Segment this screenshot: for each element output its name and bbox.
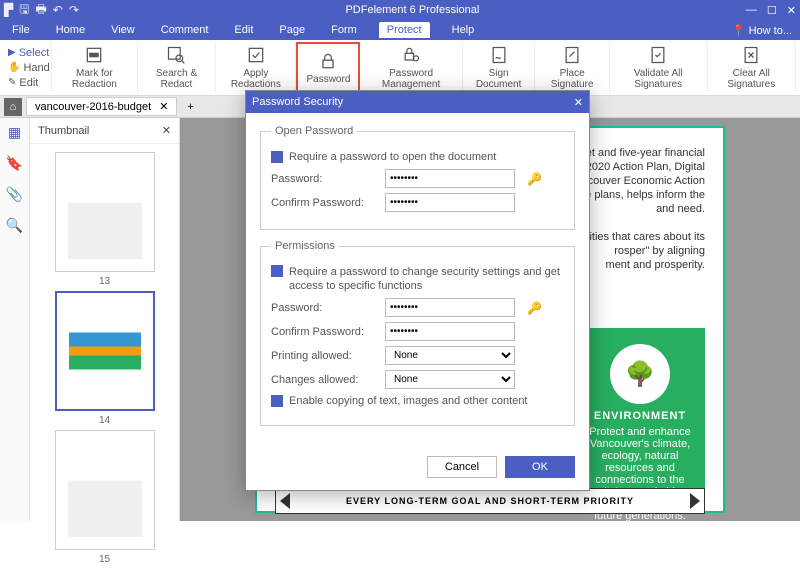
thumbnail-page[interactable] bbox=[55, 291, 155, 411]
search-redact-icon bbox=[166, 45, 186, 65]
tool-hand[interactable]: ✋ Hand bbox=[8, 62, 47, 74]
apply-redactions-button[interactable]: Apply Redactions bbox=[216, 42, 296, 93]
open-require-checkbox[interactable] bbox=[271, 151, 283, 163]
doc-home-icon[interactable]: ⌂ bbox=[4, 98, 22, 116]
thumbnails-icon[interactable]: ▦ bbox=[8, 124, 21, 141]
search-panel-icon[interactable]: 🔍 bbox=[6, 217, 23, 234]
page-number: 14 bbox=[99, 415, 110, 426]
tab-edit[interactable]: Edit bbox=[230, 22, 257, 38]
page-number: 13 bbox=[99, 276, 110, 287]
tab-close-icon[interactable]: ✕ bbox=[159, 100, 168, 113]
app-title: PDFelement 6 Professional bbox=[79, 4, 746, 16]
permissions-legend: Permissions bbox=[271, 240, 339, 252]
qat-redo-icon[interactable]: ↷ bbox=[69, 3, 79, 17]
clear-icon bbox=[741, 45, 761, 65]
document-tab[interactable]: vancouver-2016-budget✕ bbox=[26, 97, 177, 116]
qat-save-icon[interactable]: 🖫 bbox=[19, 0, 29, 21]
redaction-icon bbox=[84, 45, 104, 65]
minimize-icon[interactable]: — bbox=[746, 4, 757, 16]
password-button[interactable]: Password bbox=[296, 42, 360, 93]
dialog-close-icon[interactable]: ✕ bbox=[574, 96, 583, 109]
close-icon[interactable]: ✕ bbox=[787, 4, 796, 17]
perm-confirm-field[interactable] bbox=[385, 322, 515, 341]
thumbnail-page[interactable] bbox=[55, 152, 155, 272]
qat-undo-icon[interactable]: ↶ bbox=[53, 3, 63, 17]
tab-protect[interactable]: Protect bbox=[379, 22, 430, 38]
copy-checkbox[interactable] bbox=[271, 395, 283, 407]
open-password-field[interactable] bbox=[385, 169, 515, 188]
tool-edit[interactable]: ✎ Edit bbox=[8, 77, 47, 89]
tab-comment[interactable]: Comment bbox=[157, 22, 213, 38]
new-tab-icon[interactable]: + bbox=[181, 101, 199, 113]
password-mgmt-icon bbox=[401, 45, 421, 65]
tab-help[interactable]: Help bbox=[448, 22, 479, 38]
tool-select[interactable]: ▶ Select bbox=[8, 47, 47, 59]
password-security-dialog: Password Security✕ Open Password Require… bbox=[245, 90, 590, 491]
clear-signatures-button[interactable]: Clear All Signatures bbox=[708, 42, 796, 93]
signature-icon bbox=[562, 45, 582, 65]
page-number: 15 bbox=[99, 554, 110, 565]
attachments-icon[interactable]: 📎 bbox=[6, 186, 23, 203]
environment-card: 🌳 ENVIRONMENT Protect and enhance Vancou… bbox=[575, 328, 705, 508]
place-signature-button[interactable]: Place Signature bbox=[535, 42, 609, 93]
thumbnail-close-icon[interactable]: ✕ bbox=[162, 124, 171, 137]
search-redact-button[interactable]: Search & Redact bbox=[138, 42, 216, 93]
thumbnail-page[interactable] bbox=[55, 430, 155, 550]
sign-icon bbox=[489, 45, 509, 65]
sign-document-button[interactable]: Sign Document bbox=[463, 42, 536, 93]
app-logo-icon: ▛ bbox=[4, 3, 13, 17]
perm-password-field[interactable] bbox=[385, 298, 515, 317]
key-icon[interactable]: 🔑 bbox=[527, 301, 542, 315]
tab-page[interactable]: Page bbox=[275, 22, 309, 38]
perm-require-checkbox[interactable] bbox=[271, 265, 283, 277]
password-management-button[interactable]: Password Management bbox=[360, 42, 462, 93]
lock-icon bbox=[318, 51, 338, 71]
validate-signatures-button[interactable]: Validate All Signatures bbox=[610, 42, 708, 93]
tab-file[interactable]: File bbox=[8, 22, 34, 38]
qat-print-icon[interactable]: 🖶 bbox=[35, 0, 46, 21]
tree-icon: 🌳 bbox=[610, 344, 670, 404]
key-icon[interactable]: 🔑 bbox=[527, 172, 542, 186]
tab-home[interactable]: Home bbox=[52, 22, 89, 38]
tab-view[interactable]: View bbox=[107, 22, 139, 38]
validate-icon bbox=[648, 45, 668, 65]
maximize-icon[interactable]: ☐ bbox=[767, 4, 777, 17]
tab-form[interactable]: Form bbox=[327, 22, 361, 38]
bookmarks-icon[interactable]: 🔖 bbox=[6, 155, 23, 172]
changes-select[interactable]: None bbox=[385, 370, 515, 389]
cancel-button[interactable]: Cancel bbox=[427, 456, 497, 478]
priority-banner: EVERY LONG-TERM GOAL AND SHORT-TERM PRIO… bbox=[275, 488, 705, 514]
apply-icon bbox=[246, 45, 266, 65]
thumbnail-title: Thumbnail bbox=[38, 125, 89, 137]
open-confirm-field[interactable] bbox=[385, 193, 515, 212]
dialog-title: Password Security bbox=[252, 96, 343, 108]
howto-link[interactable]: 📍 How to... bbox=[732, 24, 792, 37]
printing-select[interactable]: None bbox=[385, 346, 515, 365]
ok-button[interactable]: OK bbox=[505, 456, 575, 478]
mark-redaction-button[interactable]: Mark for Redaction bbox=[52, 42, 138, 93]
open-password-legend: Open Password bbox=[271, 125, 357, 137]
